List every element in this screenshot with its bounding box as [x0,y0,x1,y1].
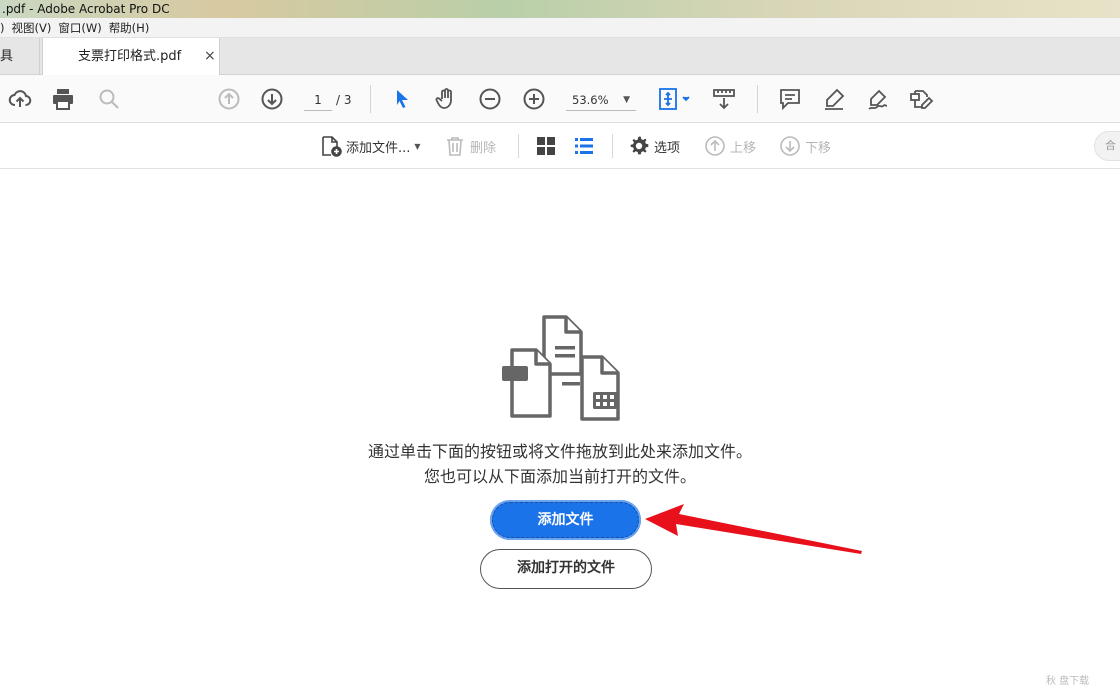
page-number-input[interactable]: 1 [304,89,332,111]
menu-bar: ) 视图(V) 窗口(W) 帮助(H) [0,18,1120,38]
sign-pen-icon[interactable] [866,87,890,111]
options-button[interactable]: 选项 [628,134,680,158]
toolbar-divider [612,134,613,158]
menu-item-window[interactable]: 窗口(W) [58,18,108,37]
toolbar-divider [518,134,519,158]
move-up-button[interactable]: 上移 [704,134,756,158]
window-title-bar: .pdf - Adobe Acrobat Pro DC [0,0,1120,18]
page-total: / 3 [336,93,352,107]
arrow-down-circle-icon [780,136,800,156]
grid-view-icon [537,137,555,155]
next-page-icon[interactable] [260,87,284,111]
window-title: .pdf - Adobe Acrobat Pro DC [2,2,170,16]
zoom-out-icon[interactable] [478,87,502,111]
arrow-up-circle-icon [705,136,725,156]
grid-view-button[interactable] [535,134,561,158]
move-down-label: 下移 [805,140,832,156]
comment-icon[interactable] [778,87,802,111]
add-file-icon [322,136,342,157]
menu-item-edit[interactable]: ) [0,18,12,37]
zoom-in-icon[interactable] [522,87,546,111]
add-files-dropdown[interactable]: 添加文件... ▼ [320,134,421,158]
zoom-level-value: 53.6% [572,93,609,107]
chevron-down-icon: ▼ [414,141,421,151]
zoom-level-select[interactable]: 53.6% ▼ [566,89,636,111]
highlight-pen-icon[interactable] [822,87,846,111]
watermark-logo: 秋 盘下载 [1046,676,1090,687]
select-cursor-icon[interactable] [390,87,414,111]
scroll-mode-icon[interactable] [712,87,736,111]
cloud-upload-icon[interactable] [8,87,32,111]
toolbar-divider [370,85,371,113]
add-files-illustration-icon [502,315,620,421]
add-files-label: 添加文件... [346,140,411,156]
delete-label: 删除 [470,140,497,156]
main-toolbar: 1 / 3 53.6% ▼ [0,75,1120,123]
tab-document[interactable]: 支票打印格式.pdf × [42,38,220,75]
instruction-line-1: 通过单击下面的按钮或将文件拖放到此处来添加文件。 [367,442,752,461]
trash-icon [447,137,463,156]
options-label: 选项 [654,140,681,156]
prev-page-icon[interactable] [217,87,241,111]
hand-tool-icon[interactable] [434,87,458,111]
chevron-down-icon: ▼ [623,95,630,105]
fit-page-icon[interactable] [657,87,693,111]
list-view-icon [575,138,593,154]
toolbar-divider [757,85,758,113]
menu-item-help[interactable]: 帮助(H) [109,18,157,37]
tab-document-label: 支票打印格式.pdf [78,49,182,64]
gear-icon [630,136,649,155]
add-open-files-button[interactable]: 添加打开的文件 [480,549,652,589]
print-icon[interactable] [51,87,75,111]
edit-stamp-icon[interactable] [910,87,934,111]
tab-close-icon[interactable]: × [204,38,216,75]
menu-item-view[interactable]: 视图(V) [12,18,59,37]
delete-button[interactable]: 删除 [444,134,496,158]
combine-button[interactable]: 合 [1094,131,1120,161]
add-files-button[interactable]: 添加文件 [490,500,641,540]
red-pointer-arrow-icon [645,504,862,554]
list-view-button[interactable] [573,134,599,158]
instruction-line-2: 您也可以从下面添加当前打开的文件。 [423,467,696,486]
tab-bar: 具 支票打印格式.pdf × [0,38,1120,75]
move-up-label: 上移 [730,140,757,156]
tab-tools[interactable]: 具 [0,38,40,75]
move-down-button[interactable]: 下移 [779,134,831,158]
zoom-search-icon[interactable] [97,87,121,111]
combine-toolbar: 添加文件... ▼ 删除 选项 上移 下移 [0,123,1120,169]
